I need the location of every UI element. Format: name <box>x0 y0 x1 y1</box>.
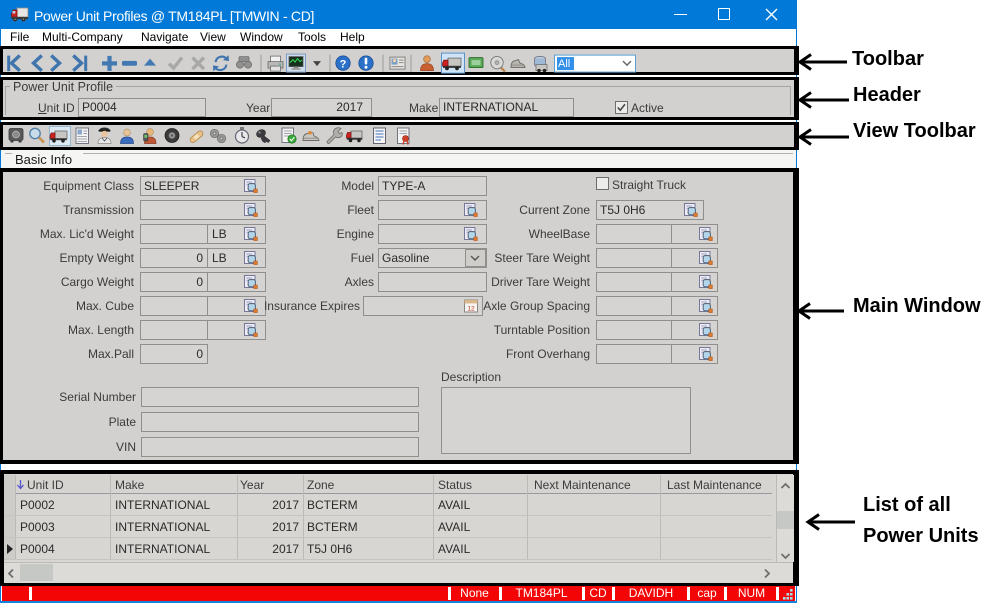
svg-text:?: ? <box>340 59 347 71</box>
svg-text:All: All <box>558 58 570 70</box>
